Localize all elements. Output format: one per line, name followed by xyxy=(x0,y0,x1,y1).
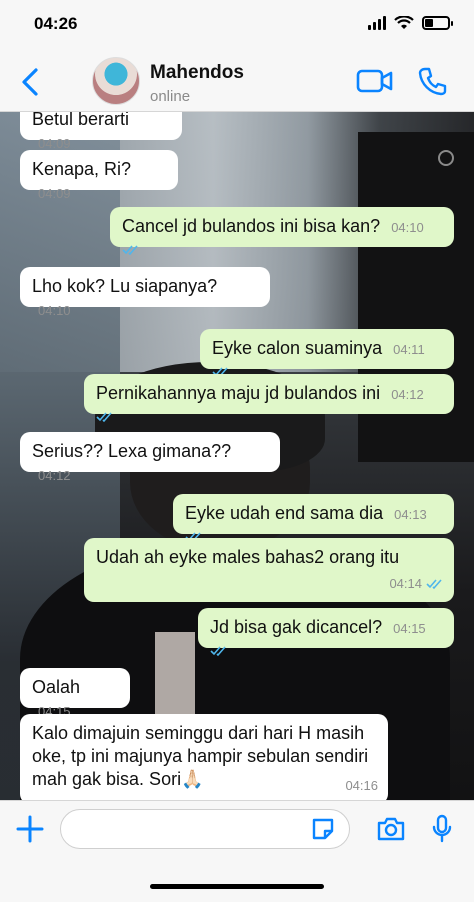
message-text: Pernikahannya maju jd bulandos ini xyxy=(96,383,381,403)
phone-icon xyxy=(418,67,447,96)
wifi-icon xyxy=(394,16,414,29)
back-button[interactable] xyxy=(20,66,46,98)
message-time: 04:13 xyxy=(394,507,427,522)
message-time: 04:11 xyxy=(393,342,425,357)
sticker-icon xyxy=(312,818,334,840)
chat-area[interactable]: Betul berarti 04:09 Kenapa, Ri? 04:09 Ca… xyxy=(0,112,474,800)
message-text: Eyke udah end sama dia xyxy=(185,503,384,523)
message-bubble-outgoing[interactable]: Pernikahannya maju jd bulandos ini 04:12 xyxy=(84,374,454,423)
message-bubble-outgoing[interactable]: Eyke calon suaminya 04:11 xyxy=(200,329,454,378)
message-text: Lho kok? Lu siapanya? xyxy=(32,276,218,296)
message-time: 04:16 xyxy=(345,778,378,793)
home-indicator[interactable] xyxy=(150,884,324,889)
status-time: 04:26 xyxy=(34,14,78,33)
sticker-button[interactable] xyxy=(310,816,336,842)
message-bubble-outgoing[interactable]: Jd bisa gak dicancel? 04:15 xyxy=(198,608,454,657)
camera-icon xyxy=(377,817,405,841)
message-meta: 04:16 xyxy=(339,774,378,797)
message-text: Kenapa, Ri? xyxy=(32,159,132,179)
message-time: 04:10 xyxy=(38,303,71,318)
contact-name[interactable]: Mahendos xyxy=(150,62,244,84)
message-text: Betul berarti xyxy=(32,112,130,129)
message-time: 04:12 xyxy=(38,468,71,483)
message-bubble-outgoing[interactable]: Cancel jd bulandos ini bisa kan? 04:10 xyxy=(110,207,454,256)
battery-level xyxy=(425,19,433,27)
message-text: Jd bisa gak dicancel? xyxy=(210,617,383,637)
battery-icon xyxy=(422,16,453,30)
message-bubble-incoming[interactable]: Kalo dimajuin seminggu dari hari H masih… xyxy=(20,714,388,800)
attach-button[interactable] xyxy=(16,815,44,843)
status-icons xyxy=(368,16,453,30)
message-bubble-incoming[interactable]: Serius?? Lexa gimana?? 04:12 xyxy=(20,432,280,483)
message-text: Cancel jd bulandos ini bisa kan? xyxy=(122,216,381,236)
read-receipt-icon xyxy=(426,578,442,589)
status-bar: 04:26 xyxy=(0,0,474,52)
message-time: 04:14 xyxy=(389,576,422,591)
camera-button[interactable] xyxy=(376,816,406,842)
message-time: 04:12 xyxy=(391,387,424,402)
signal-icon xyxy=(368,16,386,30)
microphone-button[interactable] xyxy=(432,814,452,844)
message-time: 04:09 xyxy=(38,186,71,201)
message-text: Kalo dimajuin seminggu dari hari H masih… xyxy=(32,723,369,789)
message-input[interactable] xyxy=(60,809,350,849)
video-camera-icon xyxy=(356,69,393,93)
message-text: Eyke calon suaminya xyxy=(212,338,383,358)
message-bubble-outgoing[interactable]: Eyke udah end sama dia 04:13 xyxy=(173,494,454,543)
message-text: Udah ah eyke males bahas2 orang itu xyxy=(96,547,400,567)
read-receipt-icon xyxy=(96,412,112,423)
message-meta: 04:14 xyxy=(383,572,444,595)
message-bubble-incoming[interactable]: Kenapa, Ri? 04:09 xyxy=(20,150,178,201)
message-text: Serius?? Lexa gimana?? xyxy=(32,441,232,461)
message-bubble-incoming[interactable]: Betul berarti 04:09 xyxy=(20,112,182,151)
plus-icon xyxy=(16,815,44,843)
contact-status: online xyxy=(150,88,191,105)
message-bubble-incoming[interactable]: Lho kok? Lu siapanya? 04:10 xyxy=(20,267,270,318)
message-bubble-outgoing[interactable]: Udah ah eyke males bahas2 orang itu 04:1… xyxy=(84,538,454,602)
chevron-left-icon xyxy=(22,68,38,96)
wallpaper-ring xyxy=(438,150,454,166)
message-time: 04:10 xyxy=(391,220,424,235)
message-time: 04:09 xyxy=(38,136,71,151)
read-receipt-icon xyxy=(210,646,226,657)
message-text: Oalah xyxy=(32,677,81,697)
chat-header: Mahendos online xyxy=(0,52,474,112)
message-time: 04:15 xyxy=(393,621,426,636)
video-call-button[interactable] xyxy=(356,68,394,94)
message-bubble-incoming[interactable]: Oalah 04:15 xyxy=(20,668,130,719)
avatar[interactable] xyxy=(92,57,140,105)
read-receipt-icon xyxy=(122,245,138,256)
voice-call-button[interactable] xyxy=(418,66,448,96)
microphone-icon xyxy=(432,814,452,843)
